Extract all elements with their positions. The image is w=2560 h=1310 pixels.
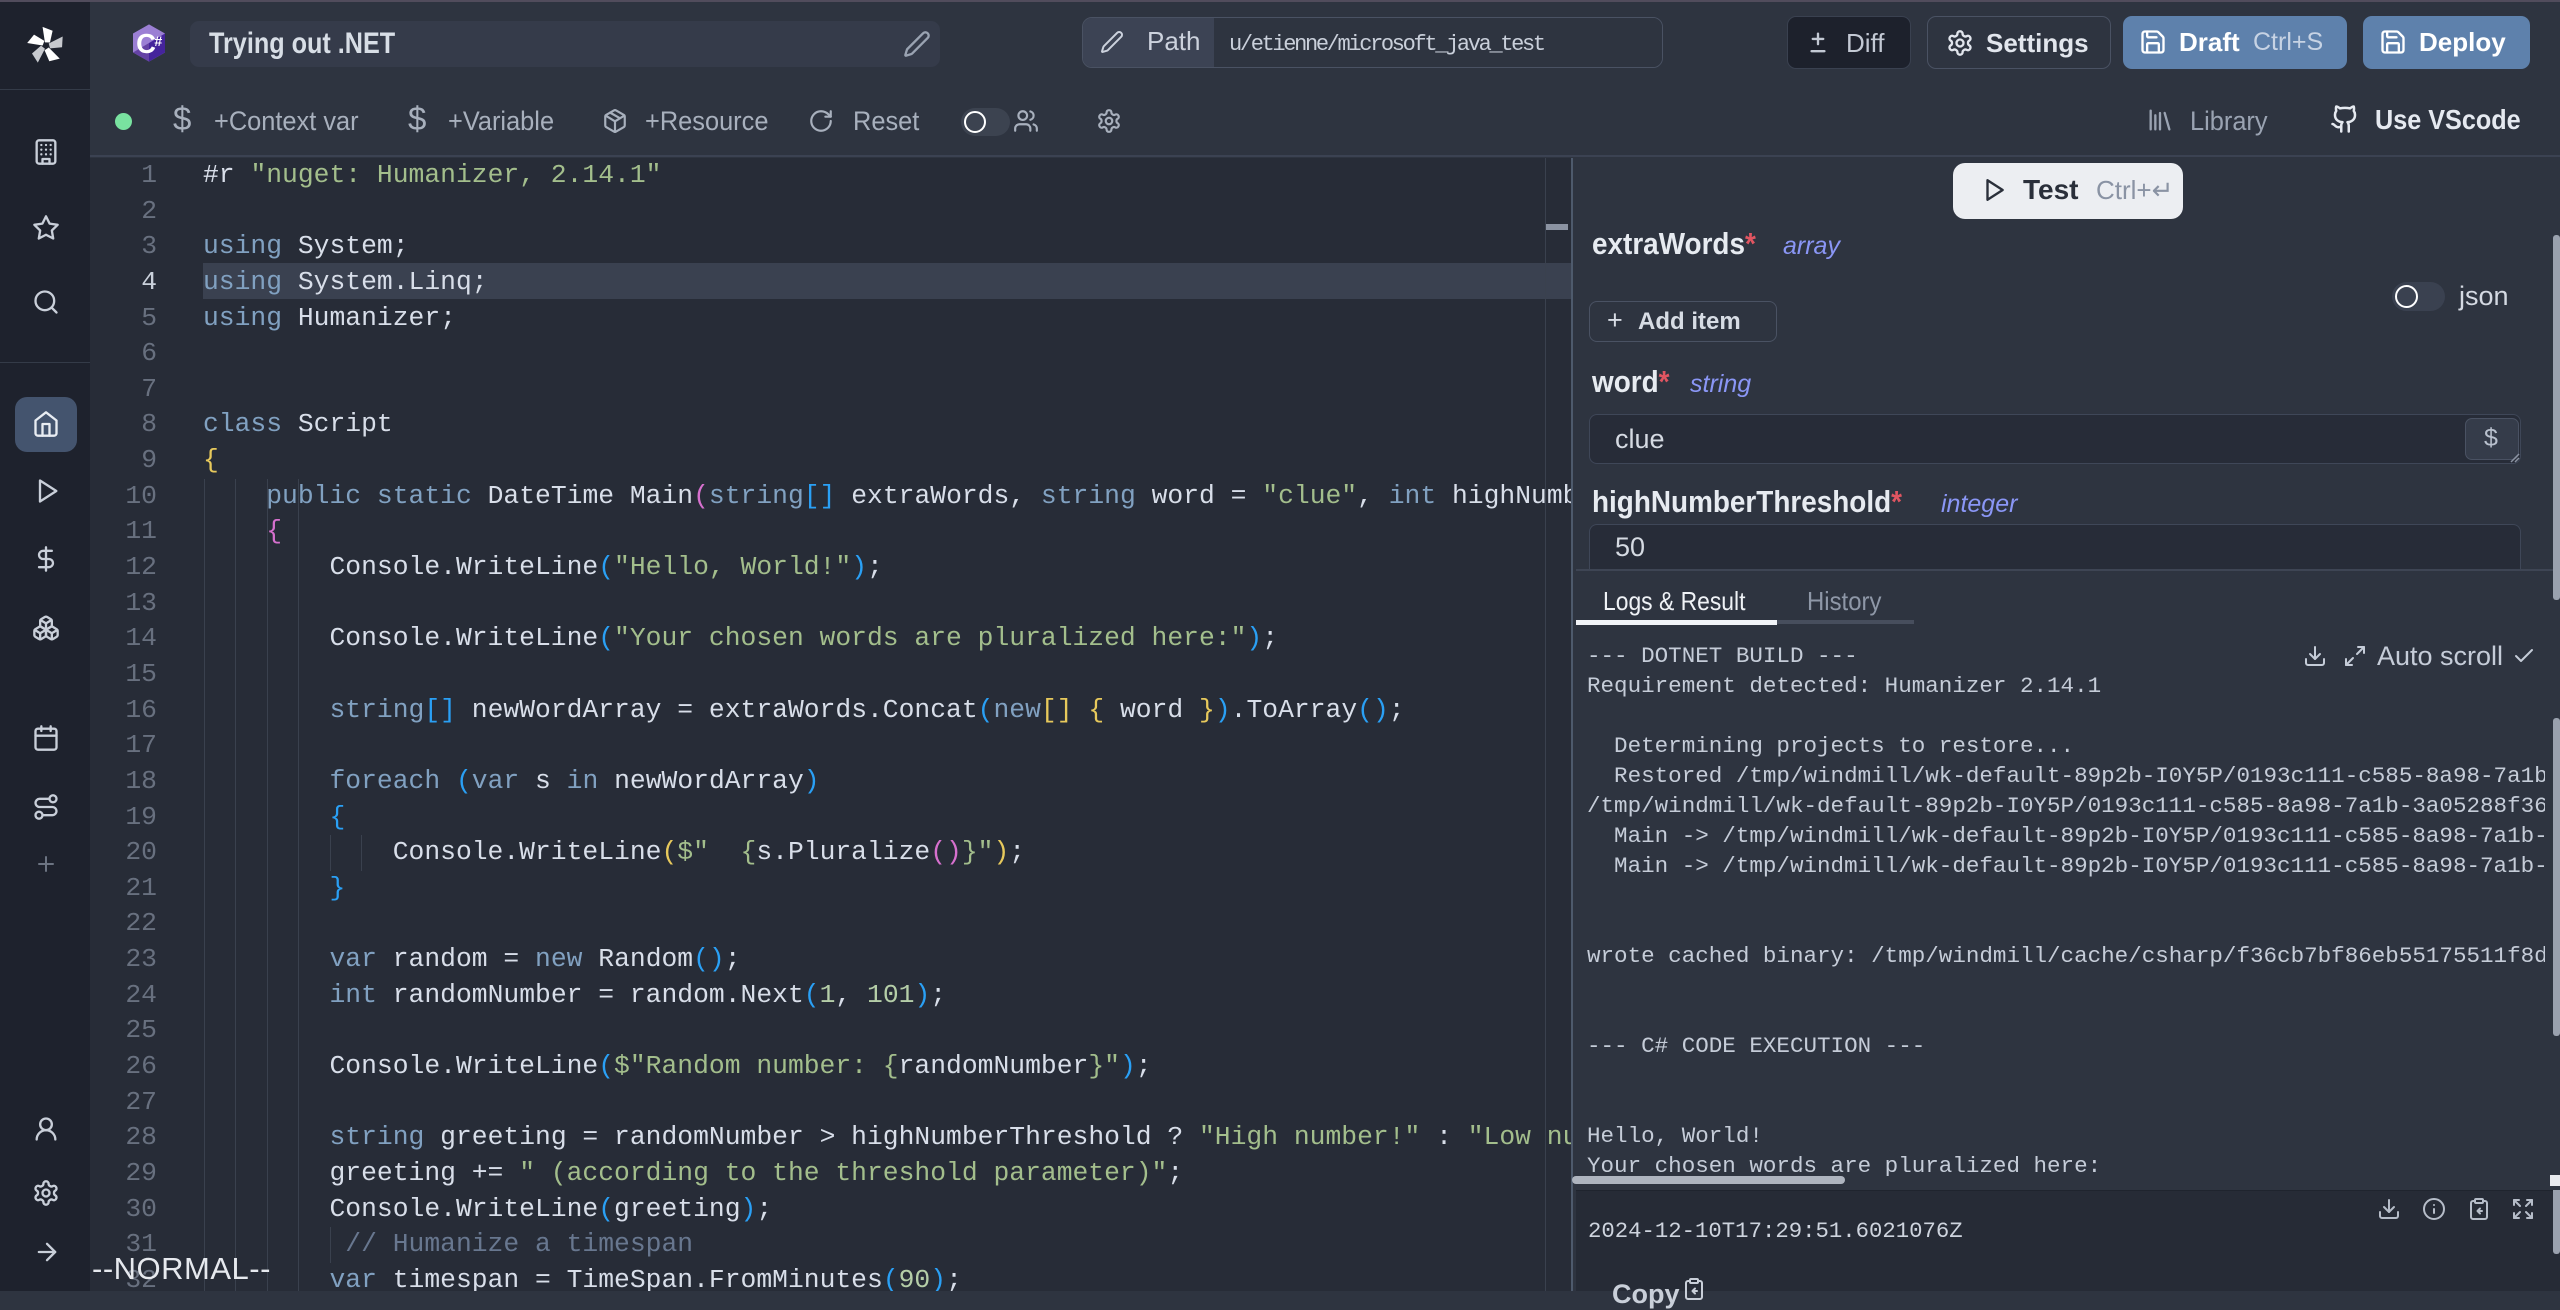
svg-text:C: C bbox=[136, 28, 156, 59]
svg-text:#: # bbox=[154, 34, 162, 50]
